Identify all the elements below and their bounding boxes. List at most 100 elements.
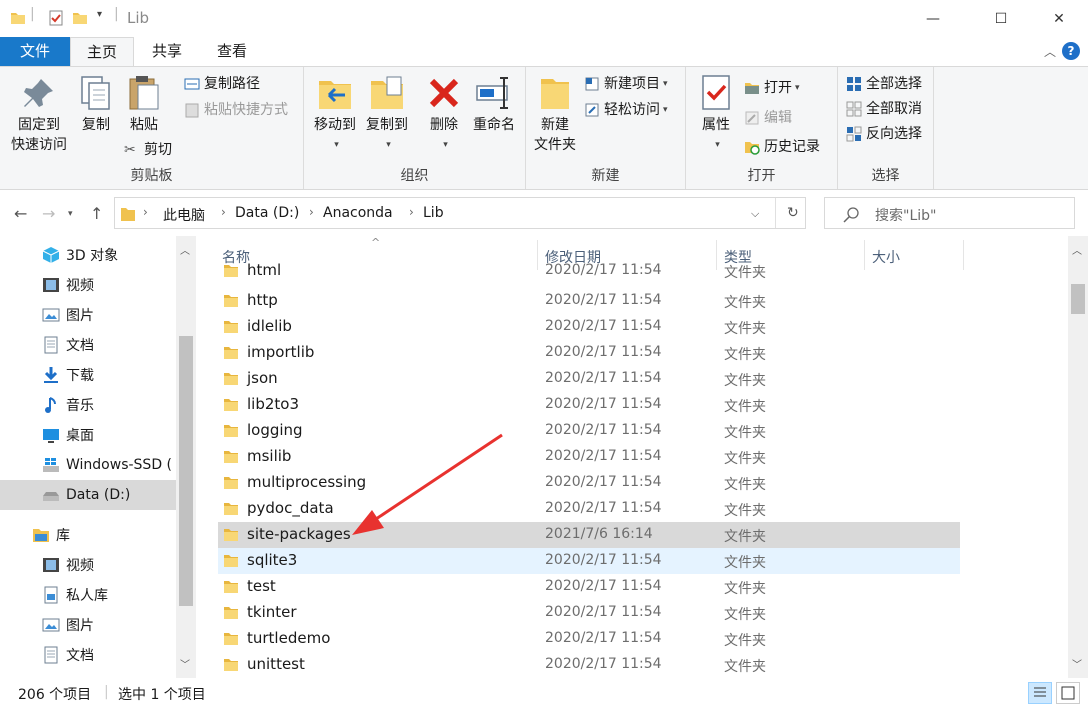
- refresh-icon[interactable]: ↻: [787, 205, 799, 221]
- table-row[interactable]: unittest 2020/2/17 11:54 文件夹: [218, 652, 960, 678]
- paste-button[interactable]: 粘贴: [124, 73, 164, 135]
- nav-item-private-library[interactable]: 私人库: [0, 580, 176, 610]
- pin-quick-access-button[interactable]: 固定到 快速访问: [6, 73, 72, 155]
- move-to-button[interactable]: 移动到 ▾: [310, 73, 360, 155]
- tab-home[interactable]: 主页: [70, 37, 134, 67]
- file-type: 文件夹: [724, 477, 766, 493]
- large-icons-view-button[interactable]: [1056, 682, 1080, 704]
- nav-item-libraries[interactable]: 库: [0, 520, 176, 550]
- file-list: ^ 名称 修改日期 类型 大小 html 2020/2/17 11:54 文件夹 ht…: [196, 236, 1088, 678]
- address-history-chevron-icon[interactable]: ⌵: [751, 207, 759, 221]
- divider: |: [30, 6, 35, 22]
- nav-item-documents[interactable]: 文档: [0, 330, 176, 360]
- nav-item-library-pictures[interactable]: 图片: [0, 610, 176, 640]
- nav-item-music[interactable]: 音乐: [0, 390, 176, 420]
- recent-locations-chevron-icon[interactable]: ▾: [68, 209, 73, 219]
- nav-item-pictures[interactable]: 图片: [0, 300, 176, 330]
- table-row[interactable]: http 2020/2/17 11:54 文件夹: [218, 288, 960, 314]
- nav-item-desktop[interactable]: 桌面: [0, 420, 176, 450]
- help-icon[interactable]: ?: [1062, 42, 1080, 60]
- address-bar[interactable]: › 此电脑 › Data (D:) › Anaconda › Lib ⌵ ↻: [114, 197, 806, 229]
- scroll-down-arrow-icon[interactable]: ﹀: [180, 656, 190, 671]
- close-button[interactable]: ✕: [1036, 0, 1082, 37]
- tab-file[interactable]: 文件: [0, 37, 70, 66]
- breadcrumb-this-pc[interactable]: 此电脑: [163, 205, 205, 225]
- nav-item-library-videos[interactable]: 视频: [0, 550, 176, 580]
- nav-item-videos[interactable]: 视频: [0, 270, 176, 300]
- file-name: sqlite3: [247, 551, 298, 569]
- scroll-up-arrow-icon[interactable]: ︿: [180, 242, 190, 257]
- table-row[interactable]: turtledemo 2020/2/17 11:54 文件夹: [218, 626, 960, 652]
- table-row[interactable]: site-packages 2021/7/6 16:14 文件夹: [218, 522, 960, 548]
- table-row[interactable]: msilib 2020/2/17 11:54 文件夹: [218, 444, 960, 470]
- minimize-button[interactable]: —: [910, 0, 956, 37]
- details-view-button[interactable]: [1028, 682, 1052, 704]
- easy-access-button[interactable]: 轻松访问 ▾: [584, 99, 668, 121]
- table-row[interactable]: sqlite3 2020/2/17 11:54 文件夹: [218, 548, 960, 574]
- up-arrow-icon[interactable]: ↑: [90, 204, 103, 223]
- table-row[interactable]: test 2020/2/17 11:54 文件夹: [218, 574, 960, 600]
- nav-item-library-documents[interactable]: 文档: [0, 640, 176, 670]
- table-row[interactable]: idlelib 2020/2/17 11:54 文件夹: [218, 314, 960, 340]
- maximize-button[interactable]: ☐: [978, 0, 1024, 37]
- navpane-scroll-thumb[interactable]: [179, 336, 193, 606]
- select-none-button[interactable]: 全部取消: [846, 98, 922, 120]
- breadcrumb-data-drive[interactable]: Data (D:): [235, 205, 299, 221]
- breadcrumb-separator-icon[interactable]: ›: [309, 205, 314, 219]
- invert-selection-button[interactable]: 反向选择: [846, 123, 922, 145]
- table-row[interactable]: json 2020/2/17 11:54 文件夹: [218, 366, 960, 392]
- nav-item-data-drive[interactable]: Data (D:): [0, 480, 176, 510]
- scroll-down-arrow-icon[interactable]: ﹀: [1072, 656, 1082, 671]
- file-date: 2020/2/17 11:54: [545, 630, 662, 646]
- breadcrumb-separator-icon[interactable]: ›: [143, 205, 148, 219]
- select-all-button[interactable]: 全部选择: [846, 73, 922, 95]
- table-row[interactable]: multiprocessing 2020/2/17 11:54 文件夹: [218, 470, 960, 496]
- tab-share[interactable]: 共享: [136, 37, 198, 66]
- delete-button[interactable]: 删除 ▾: [422, 73, 466, 155]
- navpane-scrollbar[interactable]: ︿ ﹀: [176, 236, 196, 678]
- back-arrow-icon[interactable]: ←: [14, 204, 27, 223]
- new-item-button[interactable]: 新建项目 ▾: [584, 73, 668, 95]
- nav-item-windows-ssd[interactable]: Windows-SSD (: [0, 450, 176, 480]
- file-type: 文件夹: [724, 607, 766, 623]
- new-folder-icon[interactable]: [72, 10, 88, 26]
- breadcrumb-separator-icon[interactable]: ›: [221, 205, 226, 219]
- history-button[interactable]: 历史记录: [744, 136, 820, 158]
- file-date: 2020/2/17 11:54: [545, 448, 662, 464]
- desktop-icon: [43, 429, 59, 443]
- customize-quick-access-chevron-icon[interactable]: ▾: [97, 9, 102, 20]
- forward-arrow-icon[interactable]: →: [42, 204, 55, 223]
- properties-icon[interactable]: [48, 10, 64, 26]
- collapse-ribbon-chevron-icon[interactable]: ︿: [1044, 43, 1056, 60]
- breadcrumb-anaconda[interactable]: Anaconda: [323, 205, 393, 221]
- search-box[interactable]: 搜索"Lib": [824, 197, 1075, 229]
- nav-item-3d-objects[interactable]: 3D 对象: [0, 240, 176, 270]
- table-row[interactable]: importlib 2020/2/17 11:54 文件夹: [218, 340, 960, 366]
- scroll-up-arrow-icon[interactable]: ︿: [1072, 242, 1082, 257]
- paste-shortcut-button[interactable]: 粘贴快捷方式: [184, 99, 288, 121]
- file-type: 文件夹: [724, 529, 766, 545]
- table-row[interactable]: lib2to3 2020/2/17 11:54 文件夹: [218, 392, 960, 418]
- nav-item-downloads[interactable]: 下载: [0, 360, 176, 390]
- breadcrumb-lib[interactable]: Lib: [423, 205, 444, 221]
- column-divider[interactable]: [963, 240, 964, 270]
- table-row[interactable]: html 2020/2/17 11:54 文件夹: [218, 258, 960, 284]
- cut-button[interactable]: ✂ 剪切: [124, 139, 172, 161]
- table-row[interactable]: tkinter 2020/2/17 11:54 文件夹: [218, 600, 960, 626]
- filelist-scroll-thumb[interactable]: [1071, 284, 1085, 314]
- edit-button[interactable]: 编辑: [744, 107, 792, 129]
- filelist-scrollbar[interactable]: ︿ ﹀: [1068, 236, 1088, 678]
- copy-to-button[interactable]: 复制到 ▾: [362, 73, 412, 155]
- table-row[interactable]: pydoc_data 2020/2/17 11:54 文件夹: [218, 496, 960, 522]
- rename-button[interactable]: 重命名: [468, 73, 520, 135]
- move-to-dropdown-icon: ▾: [334, 140, 339, 150]
- tab-view[interactable]: 查看: [200, 37, 264, 66]
- copy-path-button[interactable]: 复制路径: [184, 73, 260, 95]
- properties-button[interactable]: 属性 ▾: [694, 73, 738, 155]
- table-row[interactable]: logging 2020/2/17 11:54 文件夹: [218, 418, 960, 444]
- new-folder-button[interactable]: 新建 文件夹: [528, 73, 582, 155]
- breadcrumb-separator-icon[interactable]: ›: [409, 205, 414, 219]
- open-button[interactable]: 打开 ▾: [744, 77, 800, 99]
- copy-button[interactable]: 复制: [76, 73, 116, 135]
- paste-label: 粘贴: [130, 117, 158, 133]
